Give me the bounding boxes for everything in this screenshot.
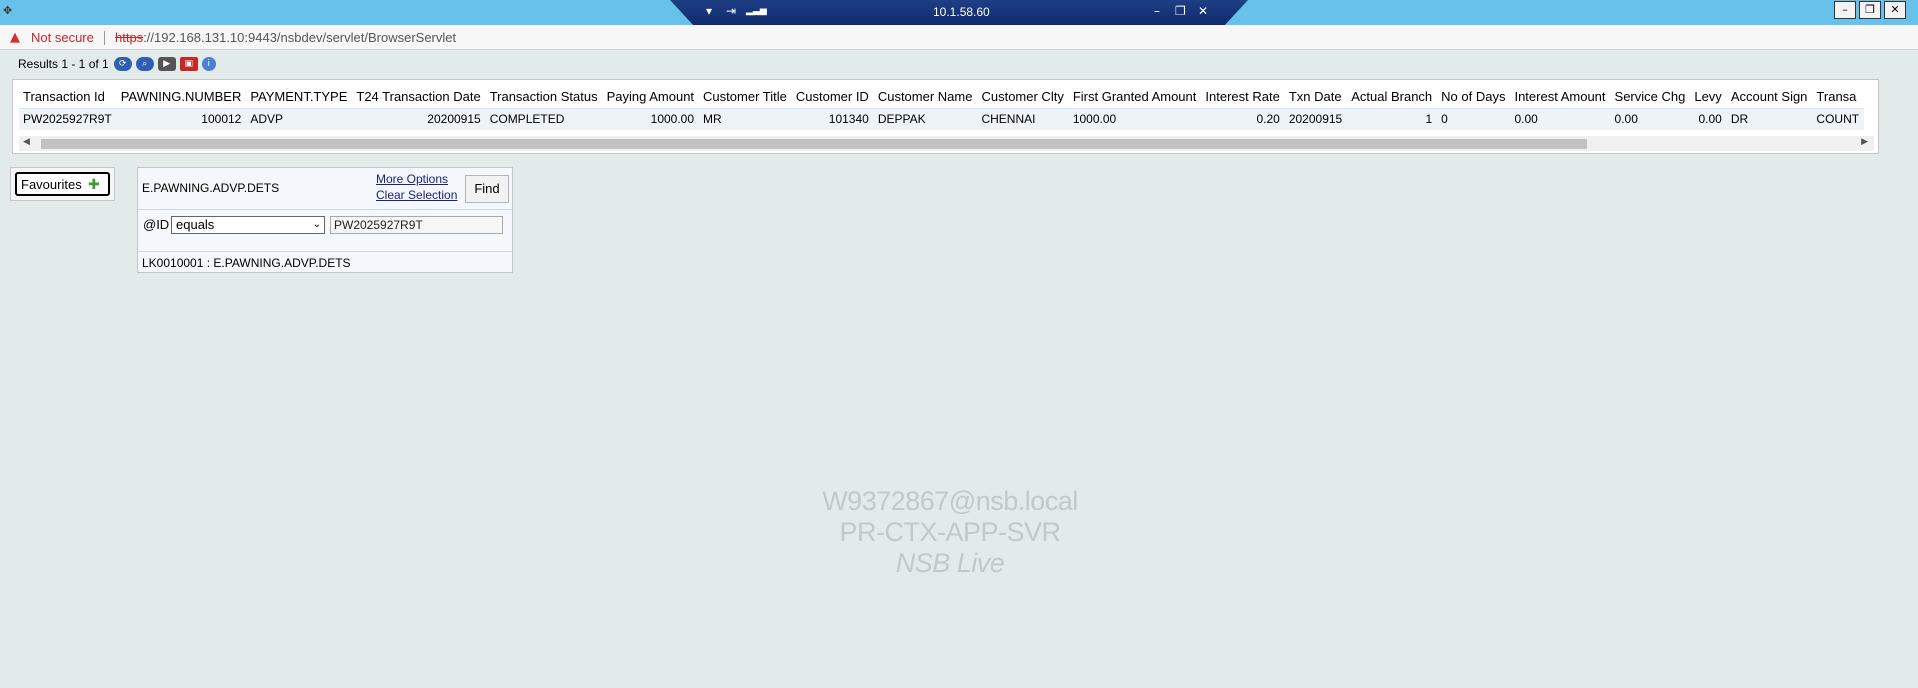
clear-selection-link[interactable]: Clear Selection bbox=[376, 188, 457, 202]
column-header: PAWNING.NUMBER bbox=[120, 89, 242, 105]
cell-customer-id: 101340 bbox=[791, 107, 874, 130]
column-header: Transa bbox=[1816, 89, 1857, 105]
column-header: No of Days bbox=[1441, 89, 1506, 105]
cell-account-sign: DR bbox=[1726, 107, 1813, 130]
app-icon: ✥ bbox=[3, 4, 13, 17]
url-scheme: https bbox=[115, 30, 144, 45]
cell-actual-branch: 1 bbox=[1347, 107, 1438, 130]
refresh-icon[interactable]: ⟳ bbox=[113, 57, 132, 71]
warning-icon[interactable]: ▲ bbox=[10, 30, 20, 45]
cell-paying-amount: 1000.00 bbox=[602, 107, 700, 130]
column-header: T24 Transaction Date bbox=[356, 89, 481, 105]
url-field[interactable]: https://192.168.131.10:9443/nsbdev/servl… bbox=[115, 30, 456, 45]
column-header: Customer Clty bbox=[981, 89, 1064, 105]
column-header: Transaction Status bbox=[489, 89, 598, 105]
address-separator bbox=[104, 31, 105, 45]
results-grid: Transaction Id PAWNING.NUMBER PAYMENT.TY… bbox=[12, 79, 1879, 154]
operator-select[interactable]: equals ⌄ bbox=[171, 216, 325, 234]
cell-no-of-days: 0 bbox=[1437, 107, 1511, 130]
table-row[interactable]: PW2025927R9T 100012 ADVP 20200915 COMPLE… bbox=[19, 107, 1865, 130]
address-bar: ▲ Not secure https://192.168.131.10:9443… bbox=[0, 25, 1918, 50]
watermark-env: NSB Live bbox=[895, 548, 1005, 578]
horizontal-scrollbar[interactable]: ◀ ▶ bbox=[19, 136, 1874, 151]
window-minimize-button[interactable]: – bbox=[1834, 1, 1856, 19]
watermark-user: W9372867@nsb.local bbox=[822, 486, 1078, 516]
cell-customer-name: DEPPAK bbox=[873, 107, 978, 130]
favourites-label: Favourites bbox=[21, 177, 82, 192]
search-icon[interactable]: ⌕ bbox=[135, 57, 154, 71]
column-header: Service Chg bbox=[1614, 89, 1686, 105]
next-page-icon[interactable]: ▶ bbox=[157, 57, 176, 71]
column-header: Customer Title bbox=[703, 89, 787, 105]
cell-status: COMPLETED bbox=[485, 107, 603, 130]
scroll-right-icon[interactable]: ▶ bbox=[1861, 137, 1868, 147]
watermark-server: PR-CTX-APP-SVR bbox=[839, 517, 1061, 547]
selection-panel: E.PAWNING.ADVP.DETS More Options Clear S… bbox=[137, 167, 513, 273]
window-close-button[interactable]: ✕ bbox=[1884, 1, 1906, 19]
pin-icon[interactable]: ⇥ bbox=[726, 4, 736, 18]
citrix-toolbar: ✥ ▾ ⇥ ▂▃▅ 10.1.58.60 – ❐ ✕ – ❐ ✕ bbox=[0, 0, 1918, 25]
column-header: Interest Amount bbox=[1514, 89, 1606, 105]
scrollbar-thumb[interactable] bbox=[41, 139, 1587, 149]
toolbox-icon[interactable]: ▣ bbox=[179, 57, 198, 71]
column-header: Actual Branch bbox=[1351, 89, 1433, 105]
favourites-button[interactable]: Favourites ✚ bbox=[15, 172, 110, 196]
column-header: First Granted Amount bbox=[1072, 89, 1197, 105]
column-header: Transaction Id bbox=[23, 89, 105, 105]
scroll-left-icon[interactable]: ◀ bbox=[23, 137, 30, 147]
cell-txn-date: 20200915 bbox=[1284, 107, 1348, 130]
cell-pawning-number: 100012 bbox=[116, 107, 247, 130]
divider bbox=[138, 209, 512, 210]
cell-payment-type: ADVP bbox=[246, 107, 353, 130]
window-controls: – ❐ ✕ bbox=[1834, 1, 1906, 19]
security-indicator[interactable]: Not secure bbox=[31, 30, 94, 45]
enquiry-footer: LK0010001 : E.PAWNING.ADVP.DETS bbox=[142, 256, 351, 270]
operator-value: equals bbox=[176, 217, 215, 232]
cell-t24-date: 20200915 bbox=[352, 107, 486, 130]
results-table: Transaction Id PAWNING.NUMBER PAYMENT.TY… bbox=[19, 86, 1865, 130]
session-restore-icon[interactable]: ❐ bbox=[1175, 4, 1186, 18]
favourites-panel: Favourites ✚ bbox=[10, 167, 115, 201]
find-button[interactable]: Find bbox=[465, 175, 509, 203]
cell-customer-city: CHENNAI bbox=[977, 107, 1069, 130]
cell-transaction-id[interactable]: PW2025927R9T bbox=[19, 107, 117, 130]
signal-icon: ▂▃▅ bbox=[746, 6, 767, 16]
column-header: Account Sign bbox=[1730, 89, 1808, 105]
window-restore-button[interactable]: ❐ bbox=[1859, 1, 1881, 19]
cell-service-chg: 0.00 bbox=[1610, 107, 1691, 130]
column-header: Interest Rate bbox=[1205, 89, 1280, 105]
more-options-link[interactable]: More Options bbox=[376, 172, 448, 186]
session-host: 10.1.58.60 bbox=[933, 5, 990, 19]
chevron-down-icon: ⌄ bbox=[312, 219, 321, 230]
id-input[interactable]: PW2025927R9T bbox=[330, 216, 503, 234]
column-header: Customer Name bbox=[877, 89, 973, 105]
chevron-down-icon[interactable]: ▾ bbox=[706, 4, 712, 18]
url-path: ://192.168.131.10:9443/nsbdev/servlet/Br… bbox=[143, 30, 457, 45]
citrix-session-tab[interactable]: ▾ ⇥ ▂▃▅ 10.1.58.60 – ❐ ✕ bbox=[670, 0, 1248, 25]
add-favourite-icon[interactable]: ✚ bbox=[88, 176, 104, 192]
field-label: @ID bbox=[143, 217, 170, 232]
results-count: Results 1 - 1 of 1 bbox=[18, 57, 109, 71]
session-minimize-icon[interactable]: – bbox=[1154, 4, 1160, 18]
enquiry-name: E.PAWNING.ADVP.DETS bbox=[142, 181, 280, 195]
results-toolbar: Results 1 - 1 of 1 ⟳ ⌕ ▶ ▣ i bbox=[18, 56, 220, 72]
info-icon[interactable]: i bbox=[201, 57, 216, 71]
column-header: Customer ID bbox=[795, 89, 869, 105]
cell-interest-amount: 0.00 bbox=[1510, 107, 1611, 130]
column-header: Paying Amount bbox=[606, 89, 695, 105]
session-watermark: W9372867@nsb.local PR-CTX-APP-SVR NSB Li… bbox=[700, 486, 1200, 579]
column-header: PAYMENT.TYPE bbox=[250, 89, 348, 105]
column-header: Levy bbox=[1694, 89, 1722, 105]
divider bbox=[138, 251, 512, 252]
column-header: Txn Date bbox=[1288, 89, 1342, 105]
table-header-row: Transaction Id PAWNING.NUMBER PAYMENT.TY… bbox=[19, 86, 1864, 108]
cell-transaction-type: COUNT bbox=[1812, 107, 1865, 130]
cell-interest-rate: 0.20 bbox=[1201, 107, 1285, 130]
cell-first-granted: 1000.00 bbox=[1068, 107, 1202, 130]
session-close-icon[interactable]: ✕ bbox=[1198, 4, 1208, 18]
cell-customer-title: MR bbox=[699, 107, 792, 130]
cell-levy: 0.00 bbox=[1690, 107, 1727, 130]
